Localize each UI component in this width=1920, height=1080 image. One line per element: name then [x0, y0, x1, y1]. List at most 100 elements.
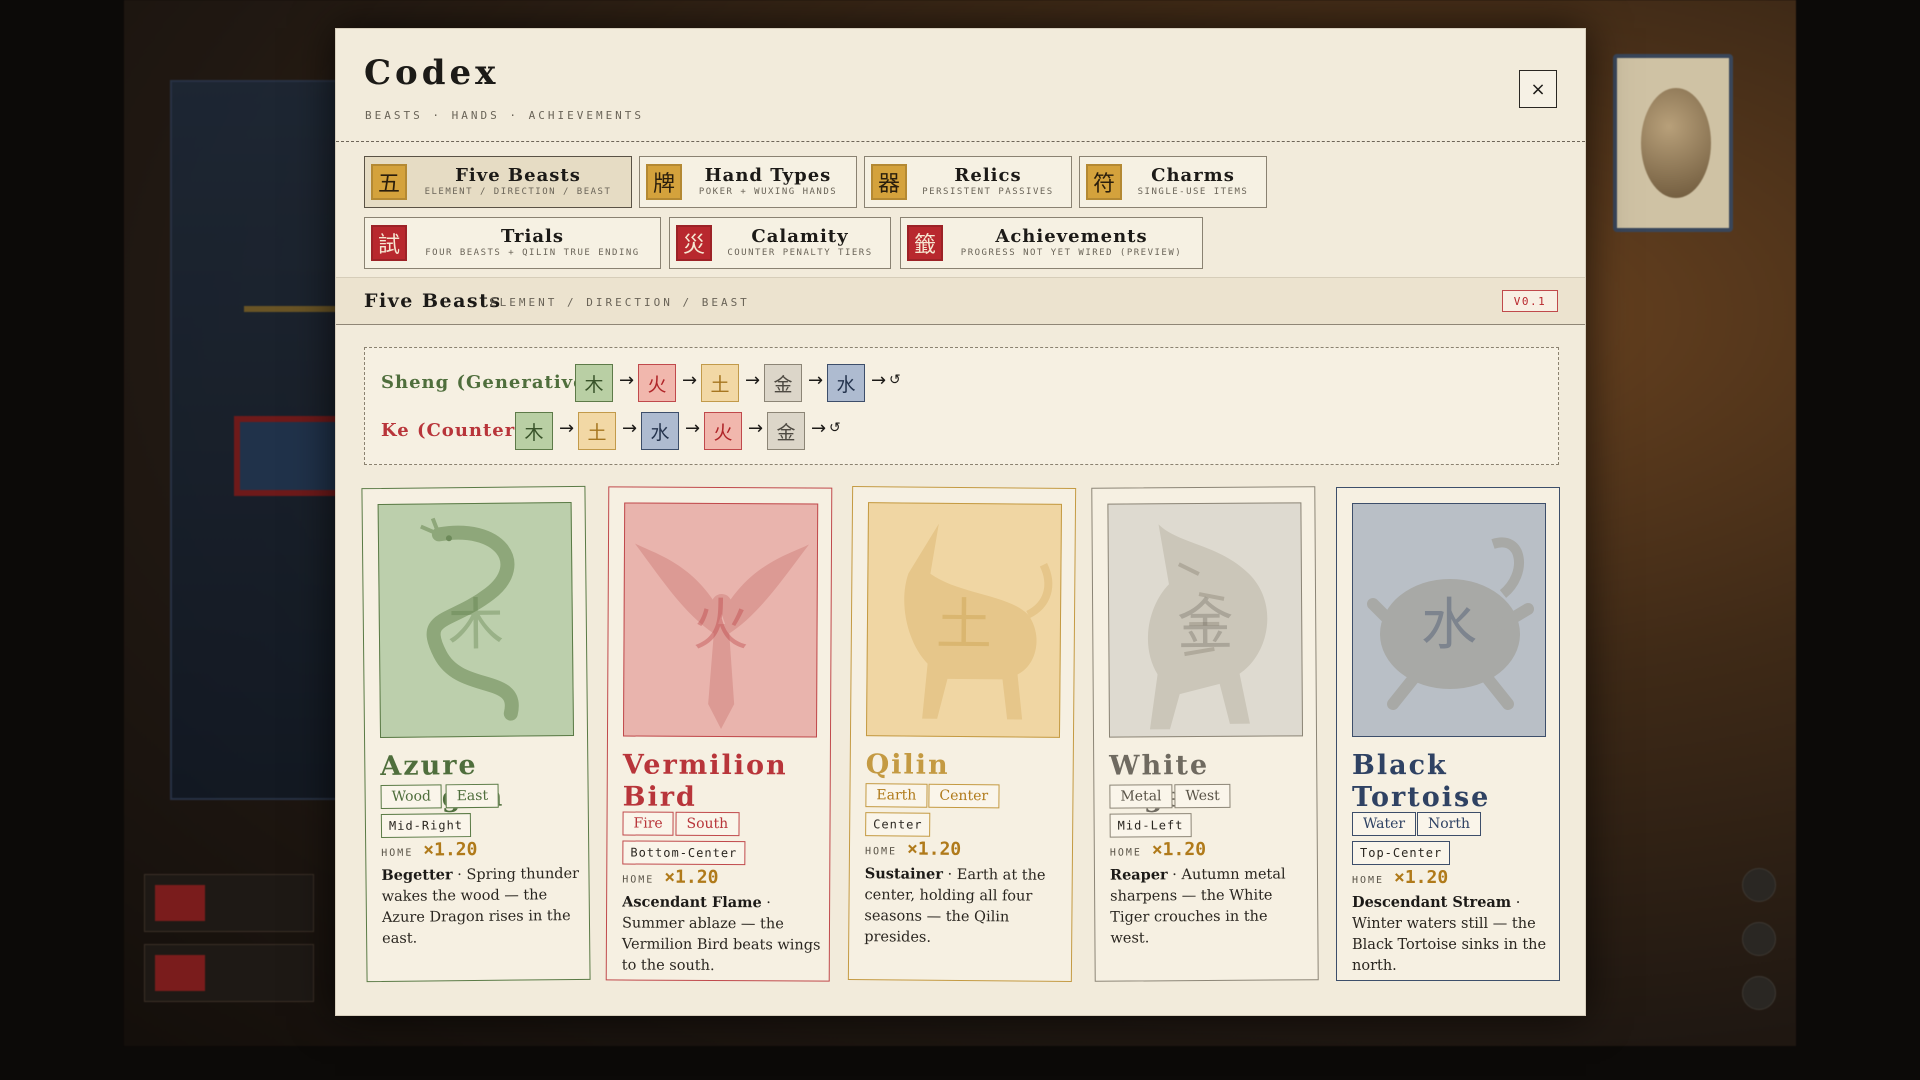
- arrow-icon: →: [559, 418, 575, 439]
- tab-hand-types[interactable]: 牌 Hand Types POKER + WUXING HANDS: [639, 156, 857, 208]
- tab-charms[interactable]: 符 Charms SINGLE-USE ITEMS: [1079, 156, 1267, 208]
- tiger-art: 金: [1107, 502, 1304, 738]
- tab-subtitle: COUNTER PENALTY TIERS: [727, 248, 873, 258]
- lore-text: Summer ablaze — the Vermilion Bird beats…: [621, 915, 821, 974]
- tab-title: Calamity: [751, 226, 849, 247]
- beast-name: Qilin: [865, 749, 950, 781]
- sheng-cycle-label: Sheng (Generative): [381, 372, 596, 393]
- version-badge: V0.1: [1502, 290, 1558, 312]
- tab-title: Five Beasts: [455, 165, 581, 186]
- five-seal-icon: 五: [371, 164, 407, 200]
- position-chip: Bottom-Center: [622, 840, 746, 866]
- home-multiplier: ×1.20: [1394, 867, 1449, 888]
- position-chip: Mid-Right: [380, 813, 472, 838]
- home-label: HOME: [622, 874, 655, 886]
- tab-subtitle: POKER + WUXING HANDS: [698, 187, 838, 197]
- element-chip: Fire: [622, 811, 674, 836]
- ke-element-earth: 土: [578, 412, 616, 450]
- background-round-button: [1742, 922, 1776, 956]
- arrow-icon: →: [871, 370, 887, 391]
- tab-subtitle: PERSISTENT PASSIVES: [922, 187, 1054, 197]
- tab-relics[interactable]: 器 Relics PERSISTENT PASSIVES: [864, 156, 1072, 208]
- home-multiplier: ×1.20: [1151, 838, 1207, 861]
- tab-title: Achievements: [995, 226, 1148, 247]
- element-chip: Metal: [1109, 784, 1173, 809]
- dragon-art: 木: [377, 501, 575, 739]
- section-title: Five Beasts: [364, 290, 502, 312]
- close-button[interactable]: ×: [1519, 70, 1557, 108]
- direction-chip: Center: [928, 783, 1000, 809]
- element-chip: Water: [1352, 812, 1417, 836]
- talisman-seal-icon: 符: [1086, 164, 1122, 200]
- tortoise-art: 水: [1352, 503, 1546, 737]
- ability-name: Ascendant Flame: [622, 893, 762, 912]
- position-chip: Top-Center: [1352, 841, 1451, 865]
- home-multiplier: ×1.20: [423, 838, 478, 861]
- arrow-icon: →: [682, 370, 698, 391]
- tab-subtitle: FOUR BEASTS + QILIN TRUE ENDING: [425, 248, 640, 258]
- beast-lore: Ascendant Flame · Summer ablaze — the Ve…: [621, 893, 821, 974]
- home-label: HOME: [381, 847, 414, 859]
- arrow-icon: →: [808, 370, 824, 391]
- tab-achievements[interactable]: 籤 Achievements PROGRESS NOT YET WIRED (P…: [900, 217, 1203, 269]
- ability-name: Descendant Stream: [1352, 894, 1512, 911]
- background-round-button: [1742, 868, 1776, 902]
- tab-trials[interactable]: 試 Trials FOUR BEASTS + QILIN TRUE ENDING: [364, 217, 661, 269]
- ke-element-fire: 火: [704, 412, 742, 450]
- tab-calamity[interactable]: 災 Calamity COUNTER PENALTY TIERS: [669, 217, 891, 269]
- home-label: HOME: [864, 846, 898, 858]
- beast-card-vermilion-bird[interactable]: 火 Vermilion Bird Fire South Bottom-Cente…: [605, 486, 833, 982]
- beast-card-azure-dragon[interactable]: 木 Azure Dragon Wood East Mid-Right HOME …: [361, 485, 591, 983]
- position-chip: Center: [865, 812, 931, 837]
- beast-lore: Reaper · Autumn metal sharpens — the Whi…: [1109, 866, 1286, 947]
- vessel-seal-icon: 器: [871, 164, 907, 200]
- arrow-icon: →: [622, 418, 638, 439]
- ability-name: Begetter: [381, 866, 453, 884]
- modal-title: Codex: [364, 53, 500, 93]
- element-cycles-panel: Sheng (Generative) 木 → 火 → 土 → 金 → 水 → ↺…: [364, 347, 1559, 465]
- ability-name: Sustainer: [864, 865, 944, 883]
- calamity-seal-icon: 災: [676, 225, 712, 261]
- game-screen: { "modal": { "title": "Codex", "subtitle…: [0, 0, 1920, 1080]
- beast-card-black-tortoise[interactable]: 水 Black Tortoise Water North Top-Center …: [1336, 487, 1560, 981]
- background-round-button: [1742, 976, 1776, 1010]
- ke-cycle-label: Ke (Counter): [381, 420, 525, 441]
- loop-icon: ↺: [889, 372, 901, 388]
- tab-title: Hand Types: [704, 165, 832, 186]
- sheng-element-metal: 金: [764, 364, 802, 402]
- home-label: HOME: [1352, 875, 1385, 886]
- arrow-icon: →: [619, 370, 635, 391]
- section-subtitle: ELEMENT / DIRECTION / BEAST: [490, 296, 750, 309]
- tab-title: Trials: [500, 226, 565, 247]
- arrow-icon: →: [685, 418, 701, 439]
- cards-seal-icon: 牌: [646, 164, 682, 200]
- direction-chip: South: [675, 811, 740, 837]
- earth-glyph-icon: 土: [935, 592, 993, 658]
- beast-card-white-tiger[interactable]: 金 White Tiger Metal West Mid-Left HOME ×…: [1091, 486, 1319, 982]
- home-multiplier: ×1.20: [664, 866, 719, 888]
- beast-name: Vermilion Bird: [622, 749, 788, 813]
- element-chip: Earth: [865, 783, 928, 808]
- home-multiplier: ×1.20: [906, 838, 962, 860]
- tab-subtitle: ELEMENT / DIRECTION / BEAST: [424, 187, 612, 197]
- beast-name: Black Tortoise: [1352, 750, 1491, 813]
- tab-five-beasts[interactable]: 五 Five Beasts ELEMENT / DIRECTION / BEAS…: [364, 156, 632, 208]
- position-chip: Mid-Left: [1109, 813, 1192, 838]
- beast-card-qilin[interactable]: 土 Qilin Earth Center Center HOME ×1.20 S…: [847, 486, 1077, 982]
- background-beast-card: [1613, 54, 1733, 232]
- lore-text: Winter waters still — the Black Tortoise…: [1352, 916, 1547, 974]
- modal-subtitle: BEASTS · HANDS · ACHIEVEMENTS: [365, 109, 645, 122]
- sheng-element-fire: 火: [638, 364, 676, 402]
- phoenix-art: 火: [622, 502, 819, 738]
- arrow-icon: →: [748, 418, 764, 439]
- home-label: HOME: [1109, 847, 1142, 859]
- background-help-button: [144, 874, 314, 932]
- background-new-run-button: [144, 944, 314, 1002]
- ke-element-wood: 木: [515, 412, 553, 450]
- element-chip: Wood: [380, 784, 443, 810]
- arrow-icon: →: [745, 370, 761, 391]
- beast-lore: Begetter · Spring thunder wakes the wood…: [381, 865, 580, 947]
- modal-header: Codex BEASTS · HANDS · ACHIEVEMENTS ×: [336, 29, 1585, 142]
- direction-chip: North: [1417, 812, 1482, 836]
- water-glyph-icon: 水: [1421, 592, 1477, 658]
